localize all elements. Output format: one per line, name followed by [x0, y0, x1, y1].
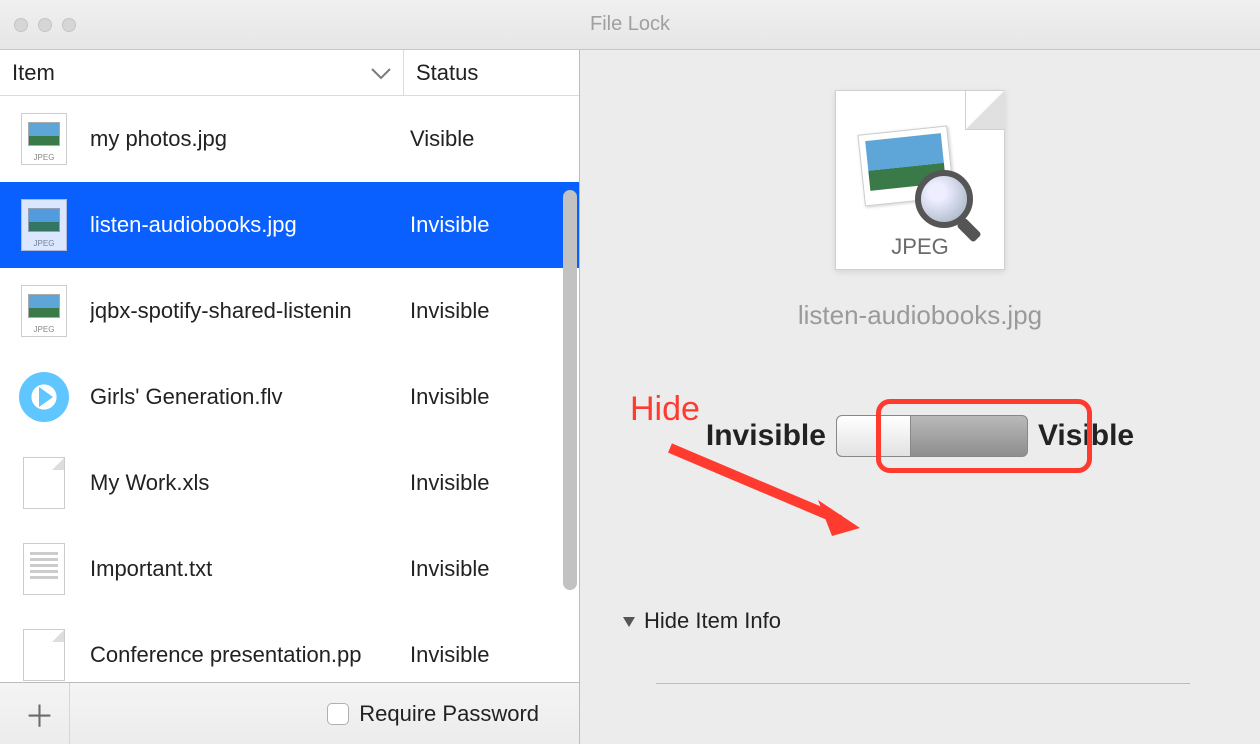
scrollbar[interactable]	[563, 190, 577, 590]
txt-icon	[18, 543, 70, 595]
file-type-label: JPEG	[835, 234, 1005, 260]
detail-pane: JPEG listen-audiobooks.jpg Invisible Vis…	[580, 50, 1260, 744]
chevron-down-icon	[371, 60, 391, 86]
add-button[interactable]: ＋	[10, 683, 70, 744]
file-name: My Work.xls	[90, 470, 390, 496]
file-row[interactable]: JPEG listen-audiobooks.jpgInvisible	[0, 182, 579, 268]
file-name: listen-audiobooks.jpg	[90, 212, 390, 238]
doc-icon	[18, 629, 70, 681]
file-status: Invisible	[390, 384, 489, 410]
divider	[656, 683, 1190, 684]
file-list-pane: Item Status JPEGmy photos.jpgVisibleJPEG…	[0, 50, 580, 744]
file-status: Invisible	[390, 212, 489, 238]
require-password-checkbox[interactable]: Require Password	[327, 701, 539, 727]
traffic-lights	[14, 18, 76, 32]
file-row[interactable]: JPEG my photos.jpgVisible	[0, 96, 579, 182]
file-name: my photos.jpg	[90, 126, 390, 152]
file-status: Invisible	[390, 470, 489, 496]
file-row[interactable]: Conference presentation.ppInvisible	[0, 612, 579, 682]
window-body: Item Status JPEGmy photos.jpgVisibleJPEG…	[0, 50, 1260, 744]
detail-filename: listen-audiobooks.jpg	[798, 300, 1042, 331]
maximize-window-button[interactable]	[62, 18, 76, 32]
file-rows: JPEG my photos.jpgVisible JPEG listen-audio…	[0, 96, 579, 682]
hide-item-info-disclosure[interactable]: Hide Item Info	[622, 608, 781, 634]
require-password-label: Require Password	[359, 701, 539, 727]
checkbox-icon	[327, 703, 349, 725]
file-row[interactable]: JPEG jqbx-spotify-shared-listeninInvisibl…	[0, 268, 579, 354]
annotation-highlight-box	[876, 399, 1092, 473]
loupe-icon	[915, 170, 973, 228]
titlebar: File Lock	[0, 0, 1260, 50]
file-preview-icon: JPEG	[835, 90, 1005, 270]
doc-icon	[18, 457, 70, 509]
file-status: Visible	[390, 126, 474, 152]
file-row[interactable]: Girls' Generation.flvInvisible	[0, 354, 579, 440]
jpeg-icon: JPEG	[18, 113, 70, 165]
file-name: Girls' Generation.flv	[90, 384, 390, 410]
column-header-status-label: Status	[416, 60, 478, 86]
hide-item-info-label: Hide Item Info	[644, 608, 781, 634]
column-header-item-label: Item	[12, 60, 55, 86]
file-status: Invisible	[390, 642, 489, 668]
bottom-bar: ＋ Require Password	[0, 682, 579, 744]
video-icon	[18, 371, 70, 423]
jpeg-icon: JPEG	[18, 285, 70, 337]
close-window-button[interactable]	[14, 18, 28, 32]
jpeg-icon: JPEG	[18, 199, 70, 251]
file-name: Important.txt	[90, 556, 390, 582]
file-row[interactable]: Important.txtInvisible	[0, 526, 579, 612]
file-status: Invisible	[390, 298, 489, 324]
file-name: Conference presentation.pp	[90, 642, 390, 668]
column-header-status[interactable]: Status	[404, 50, 579, 95]
triangle-down-icon	[622, 608, 636, 634]
app-window: File Lock Item Status	[0, 0, 1260, 744]
annotation-hide-label: Hide	[630, 390, 700, 429]
column-headers: Item Status	[0, 50, 579, 96]
file-name: jqbx-spotify-shared-listenin	[90, 298, 390, 324]
minimize-window-button[interactable]	[38, 18, 52, 32]
plus-icon: ＋	[25, 692, 55, 736]
file-status: Invisible	[390, 556, 489, 582]
visibility-toggle-area: Invisible Visible	[706, 415, 1134, 457]
window-title: File Lock	[0, 13, 1260, 36]
file-row[interactable]: My Work.xlsInvisible	[0, 440, 579, 526]
column-header-item[interactable]: Item	[0, 50, 404, 95]
invisible-label: Invisible	[706, 419, 826, 453]
